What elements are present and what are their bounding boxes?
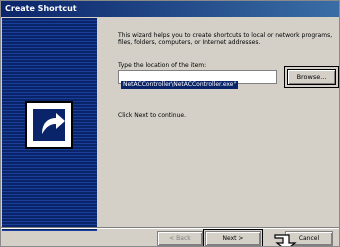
next-button[interactable]: Next > <box>203 229 263 246</box>
wizard-intro-text: This wizard helps you to create shortcut… <box>118 32 333 46</box>
window-title: Create Shortcut <box>1 1 339 17</box>
shortcut-arrow-icon <box>25 101 73 149</box>
pointer-arrow-icon <box>274 234 297 246</box>
wizard-content: This wizard helps you to create shortcut… <box>101 18 339 232</box>
button-divider <box>1 227 339 229</box>
browse-button[interactable]: Browse... <box>284 66 339 88</box>
back-button[interactable]: < Back <box>157 231 203 246</box>
next-hint-text: Click Next to continue. <box>118 112 187 119</box>
location-label: Type the location of the item: <box>118 62 207 69</box>
wizard-banner <box>2 18 97 231</box>
location-input-value: NetACController\NetACController.exe" <box>121 81 239 89</box>
create-shortcut-dialog: Create Shortcut This wizard helps you to… <box>0 0 340 247</box>
location-input[interactable]: NetACController\NetACController.exe" <box>118 70 277 89</box>
